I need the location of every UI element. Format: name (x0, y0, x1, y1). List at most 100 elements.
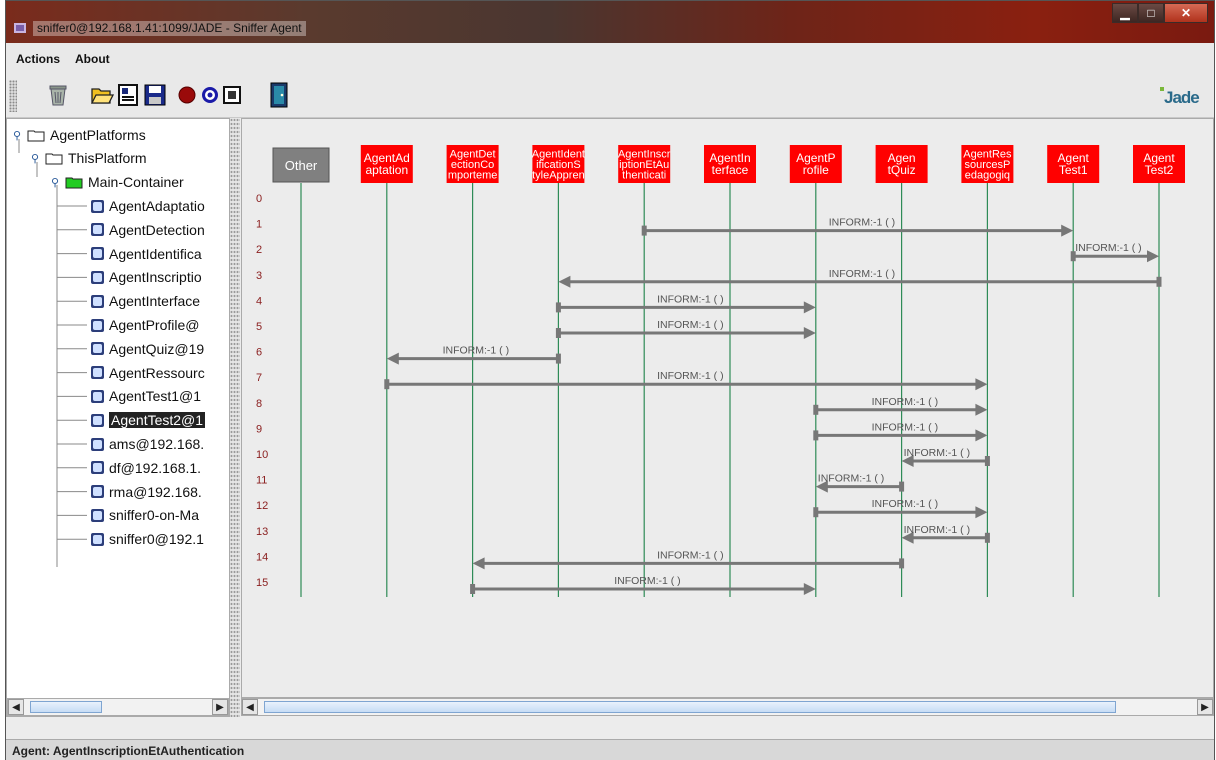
jade-logo: Jade (1158, 84, 1206, 107)
maximize-icon: □ (1147, 6, 1155, 20)
scroll-right-icon[interactable]: ▶ (212, 699, 228, 715)
show-only-button[interactable] (217, 80, 247, 110)
agent-box-label: tQuiz (888, 163, 916, 177)
message-arrowhead[interactable] (975, 429, 988, 442)
save-messages-button[interactable] (140, 80, 170, 110)
agent-name: AgentDetection (109, 221, 205, 238)
tree-node-agent[interactable]: AgentRessourc (91, 362, 205, 384)
row-number: 3 (256, 270, 262, 282)
toolbar-grip[interactable] (9, 80, 17, 112)
agent-icon (91, 532, 104, 546)
other-label: Other (285, 158, 318, 173)
expanded-handle-icon[interactable]: ⚲ (31, 152, 41, 165)
message-label: INFORM:-1 ( ) (818, 473, 885, 485)
tree-node-agent[interactable]: AgentDetection (91, 219, 205, 241)
tree-node-agent[interactable]: AgentIdentifica (91, 243, 202, 265)
message-label: INFORM:-1 ( ) (657, 293, 724, 305)
message-arrowhead[interactable] (472, 557, 485, 570)
agent-name: AgentIdentifica (109, 245, 202, 262)
clear-canvas-icon (49, 85, 67, 106)
agent-name: AgentInterface (109, 293, 201, 310)
jade-logo-mark: Jade (1160, 87, 1200, 107)
tree-node-agent[interactable]: sniffer0-on-Ma (91, 504, 199, 526)
agent-name: rma@192.168. (109, 483, 202, 500)
tree-node-agent[interactable]: AgentAdaptatio (91, 195, 205, 217)
message-arrowhead[interactable] (975, 403, 988, 416)
message-arrowhead[interactable] (803, 327, 816, 339)
agent-box-label: Test2 (1145, 163, 1174, 177)
sniffer-canvas[interactable]: Other AgentAd aptation AgentDet ectionCo mpor… (241, 118, 1214, 698)
row-number: 15 (256, 577, 268, 589)
expanded-handle-icon[interactable]: ⚲ (51, 176, 61, 189)
message-label: INFORM:-1 ( ) (657, 549, 724, 561)
row-number: 4 (256, 295, 262, 307)
tree-node-this-platform[interactable]: ⚲ ThisPlatform (31, 147, 147, 169)
save-script-button[interactable] (113, 80, 143, 110)
scroll-left-icon[interactable]: ◀ (242, 699, 258, 715)
pane-splitter[interactable] (230, 118, 240, 717)
sniffer-window: sniffer0@192.168.1.41:1099/JADE - Sniffe… (5, 0, 1215, 760)
expanded-handle-icon[interactable]: ⚲ (13, 129, 23, 142)
minimize-button[interactable]: ▁ (1112, 3, 1138, 23)
message-label: INFORM:-1 ( ) (872, 396, 939, 408)
tree-node-agent[interactable]: AgentQuiz@19 (91, 338, 204, 360)
close-icon: ✕ (1180, 6, 1192, 20)
scroll-thumb[interactable] (264, 701, 1116, 713)
sequence-diagram: Other AgentAdaptationAgentDetectionCompor… (256, 145, 1185, 597)
tree-node-agent[interactable]: AgentTest2@1 (91, 409, 206, 431)
menu-actions[interactable]: Actions (16, 52, 60, 66)
tree-node-agent[interactable]: AgentProfile@ (91, 314, 199, 336)
tree-node-agent[interactable]: df@192.168.1. (91, 457, 201, 479)
agent-name: AgentRessourc (109, 364, 205, 381)
message-arrowhead[interactable] (1147, 250, 1159, 263)
tree-node-agent[interactable]: AgentInterface (91, 290, 200, 312)
tree-node-main-container[interactable]: ⚲ Main-Container (51, 171, 184, 193)
scroll-left-icon[interactable]: ◀ (8, 699, 24, 715)
message-arrowhead[interactable] (1061, 224, 1074, 237)
agent-name: ams@192.168. (109, 436, 205, 452)
agent-icon (91, 413, 104, 427)
canvas-horizontal-scrollbar[interactable]: ◀ ▶ (241, 698, 1214, 716)
tree-node-agent[interactable]: ams@192.168. (91, 433, 204, 455)
close-button[interactable]: ✕ (1164, 3, 1208, 23)
exit-button[interactable] (264, 80, 294, 110)
agent-box-label: rofile (803, 163, 829, 177)
message-label: INFORM:-1 ( ) (872, 421, 939, 433)
row-number: 2 (256, 244, 262, 256)
green-folder-icon (65, 177, 83, 188)
jade-app-icon (14, 23, 26, 33)
message-arrowhead[interactable] (558, 275, 571, 288)
tree-node-agent[interactable]: AgentInscriptio (91, 266, 202, 288)
message-label: INFORM:-1 ( ) (443, 345, 510, 357)
menu-about[interactable]: About (75, 52, 110, 66)
row-number: 1 (256, 219, 262, 231)
message-arrowhead[interactable] (386, 352, 399, 365)
message-label: INFORM:-1 ( ) (1075, 242, 1142, 254)
folder-icon (45, 153, 63, 164)
tree-node-agent[interactable]: AgentTest1@1 (91, 385, 201, 407)
message-arrowhead[interactable] (803, 583, 816, 595)
minimize-icon: ▁ (1120, 6, 1130, 20)
agent-box-label: mporteme (448, 170, 498, 182)
agent-icon (91, 485, 104, 499)
tree-node-agent[interactable]: rma@192.168. (91, 481, 202, 503)
row-number: 0 (256, 193, 262, 205)
agent-icon (91, 508, 104, 522)
message-arrowhead[interactable] (975, 378, 988, 391)
scroll-thumb[interactable] (30, 701, 102, 713)
tree-node-agent[interactable]: sniffer0@192.1 (91, 528, 204, 550)
scroll-right-icon[interactable]: ▶ (1197, 699, 1213, 715)
agent-name: AgentProfile@ (109, 317, 200, 333)
message-arrowhead[interactable] (975, 506, 988, 519)
agent-box-label: terface (712, 163, 749, 177)
tree-node-agent-platforms[interactable]: ⚲ AgentPlatforms (13, 124, 146, 146)
agent-name: sniffer0-on-Ma (109, 507, 200, 524)
message-label: INFORM:-1 ( ) (657, 370, 724, 382)
clear-canvas-button[interactable] (43, 80, 73, 110)
title-bar[interactable]: sniffer0@192.168.1.41:1099/JADE - Sniffe… (6, 1, 1214, 43)
message-arrowhead[interactable] (803, 301, 816, 314)
agent-box-label: tyleAppren (532, 170, 585, 182)
tree-horizontal-scrollbar[interactable]: ◀ ▶ (7, 698, 229, 716)
folder-icon (27, 130, 45, 141)
maximize-button[interactable]: □ (1138, 3, 1164, 23)
